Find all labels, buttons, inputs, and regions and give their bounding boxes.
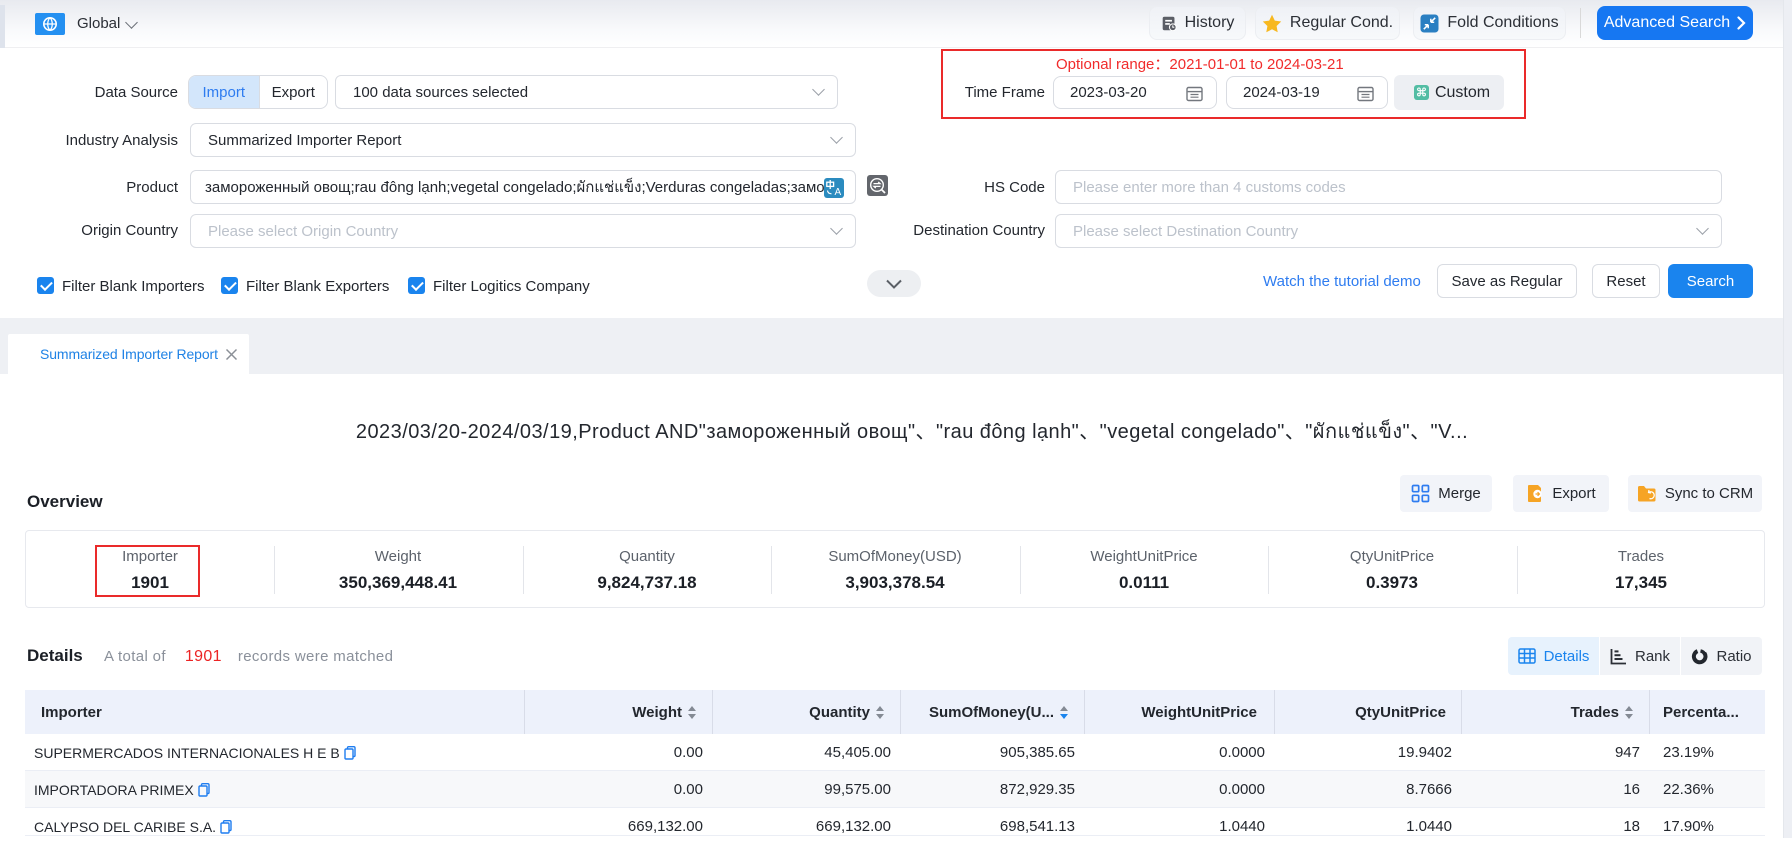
svg-text:A: A	[834, 187, 841, 198]
